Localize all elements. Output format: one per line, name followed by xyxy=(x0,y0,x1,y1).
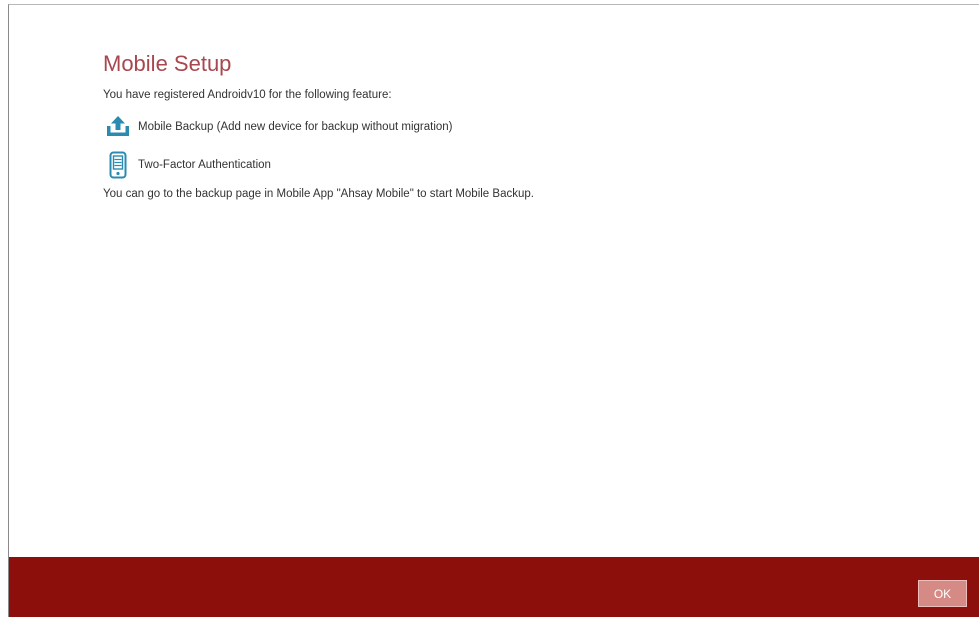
feature-mobile-backup: Mobile Backup (Add new device for backup… xyxy=(103,112,959,142)
feature-label: Mobile Backup (Add new device for backup… xyxy=(138,121,453,133)
ok-button[interactable]: OK xyxy=(918,580,967,607)
mobile-setup-dialog: Mobile Setup You have registered Android… xyxy=(8,4,979,617)
instruction-text: You can go to the backup page in Mobile … xyxy=(103,188,534,200)
dialog-content: Mobile Setup You have registered Android… xyxy=(103,51,959,200)
dialog-title: Mobile Setup xyxy=(103,51,232,76)
feature-label: Two-Factor Authentication xyxy=(138,159,271,171)
intro-text: You have registered Androidv10 for the f… xyxy=(103,89,392,101)
feature-two-factor-authentication: Two-Factor Authentication xyxy=(103,150,959,180)
mobile-phone-icon xyxy=(103,150,133,180)
upload-icon xyxy=(103,112,133,142)
dialog-footer-bar: OK xyxy=(9,557,979,617)
